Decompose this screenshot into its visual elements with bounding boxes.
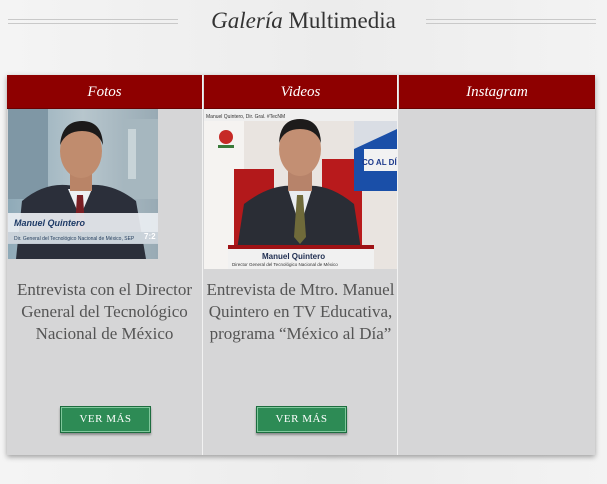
photo-clock: 7:2 [144,232,156,241]
section-header: Galería Multimedia [0,0,607,44]
tab-videos[interactable]: Videos [204,75,397,109]
video-backdrop-text: CO AL DÍ [362,158,397,167]
photo-lower-third-name: Manuel Quintero [14,218,86,228]
ver-mas-button-fotos[interactable]: VER MÁS [60,406,151,433]
video-caption[interactable]: Entrevista de Mtro. Manuel Quintero en T… [204,279,397,345]
header-divider-right [426,19,596,24]
video-lower-third-name: Manuel Quintero [262,252,325,261]
tab-instagram[interactable]: Instagram [399,75,595,109]
column-divider [202,75,203,455]
video-thumbnail[interactable]: Manuel Quintero, Dir. Gral. #TecNM CO AL… [204,109,397,269]
tab-fotos[interactable]: Fotos [7,75,202,109]
video-top-text: Manuel Quintero, Dir. Gral. #TecNM [206,114,285,120]
column-divider [397,75,398,455]
photo-lower-third-role: Dir. General del Tecnológico Nacional de… [14,236,135,242]
media-gallery: Fotos Manuel Quintero Dir. General del T… [7,75,595,455]
gallery-column-videos: Videos Manuel Quintero, Dir. Gral. #TecN… [204,75,397,455]
video-lower-third-role: Director General del Tecnológico Naciona… [232,262,338,267]
photo-thumbnail-image: Manuel Quintero Dir. General del Tecnoló… [8,109,158,259]
title-rest: Multimedia [282,8,396,33]
photo-thumbnail[interactable]: Manuel Quintero Dir. General del Tecnoló… [8,109,158,259]
video-thumbnail-image: Manuel Quintero, Dir. Gral. #TecNM CO AL… [204,109,397,269]
title-italic: Galería [211,8,283,33]
ver-mas-button-videos[interactable]: VER MÁS [256,406,347,433]
gallery-column-instagram: Instagram [399,75,595,455]
gallery-column-fotos: Fotos Manuel Quintero Dir. General del T… [7,75,202,455]
photo-caption[interactable]: Entrevista con el Director General del T… [7,279,202,345]
